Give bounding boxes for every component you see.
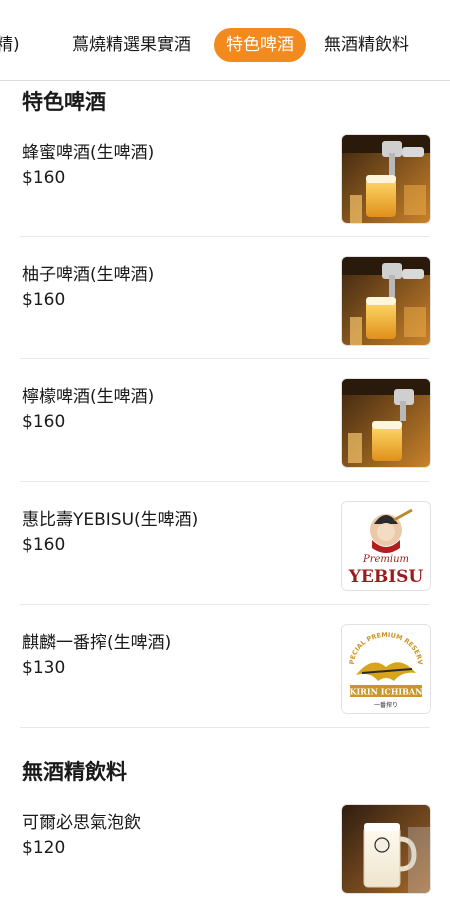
yebisu-logo: Premium YEBISU bbox=[341, 501, 431, 591]
beer-mug-image bbox=[341, 804, 431, 894]
item-price: $160 bbox=[22, 290, 66, 310]
item-name: 蜂蜜啤酒(生啤酒) bbox=[22, 143, 155, 163]
divider bbox=[20, 604, 430, 605]
item-price: $130 bbox=[22, 658, 66, 678]
kirin-name: KIRIN ICHIBAN bbox=[350, 687, 423, 697]
item-name: 麒麟一番搾(生啤酒) bbox=[22, 633, 172, 653]
divider bbox=[20, 236, 430, 237]
divider bbox=[20, 358, 430, 359]
tab-previous-category[interactable]: 精) bbox=[0, 28, 20, 62]
tab-fruit-liqueur[interactable]: 蔦燒精選果實酒 bbox=[72, 28, 191, 62]
beer-tap-image bbox=[341, 134, 431, 224]
section-title-specialty-beer: 特色啤酒 bbox=[22, 90, 106, 114]
item-price: $120 bbox=[22, 838, 66, 858]
tab-non-alcoholic[interactable]: 無酒精飲料 bbox=[324, 28, 409, 62]
menu-item[interactable]: 可爾必思氣泡飲 $120 bbox=[0, 794, 450, 916]
menu-item[interactable]: 惠比壽YEBISU(生啤酒) $160 Premium YEBISU bbox=[0, 491, 450, 613]
item-price: $160 bbox=[22, 168, 66, 188]
menu-item[interactable]: 檸檬啤酒(生啤酒) $160 bbox=[0, 368, 450, 490]
item-name: 可爾必思氣泡飲 bbox=[22, 813, 141, 833]
item-price: $160 bbox=[22, 412, 66, 432]
item-name: 檸檬啤酒(生啤酒) bbox=[22, 387, 155, 407]
item-name: 惠比壽YEBISU(生啤酒) bbox=[22, 510, 199, 530]
divider bbox=[20, 481, 430, 482]
category-tab-bar: 精) 蔦燒精選果實酒 特色啤酒 無酒精飲料 bbox=[0, 0, 450, 81]
menu-item[interactable]: 麒麟一番搾(生啤酒) $130 SPECIAL PREMIUM RESERVE … bbox=[0, 614, 450, 736]
divider bbox=[20, 727, 430, 728]
beer-tap-image bbox=[341, 256, 431, 346]
yebisu-script: Premium bbox=[362, 554, 409, 565]
menu-item[interactable]: 蜂蜜啤酒(生啤酒) $160 bbox=[0, 124, 450, 246]
menu-item[interactable]: 柚子啤酒(生啤酒) $160 bbox=[0, 246, 450, 368]
section-title-non-alcoholic: 無酒精飲料 bbox=[22, 760, 127, 784]
beer-tap-image bbox=[341, 378, 431, 468]
item-name: 柚子啤酒(生啤酒) bbox=[22, 265, 155, 285]
item-price: $160 bbox=[22, 535, 66, 555]
tab-specialty-beer[interactable]: 特色啤酒 bbox=[214, 28, 306, 62]
yebisu-wordmark: YEBISU bbox=[348, 567, 424, 587]
kirin-sub: 一番搾り bbox=[374, 701, 398, 709]
kirin-logo: SPECIAL PREMIUM RESERVE KIRIN ICHIBAN 一番… bbox=[341, 624, 431, 714]
